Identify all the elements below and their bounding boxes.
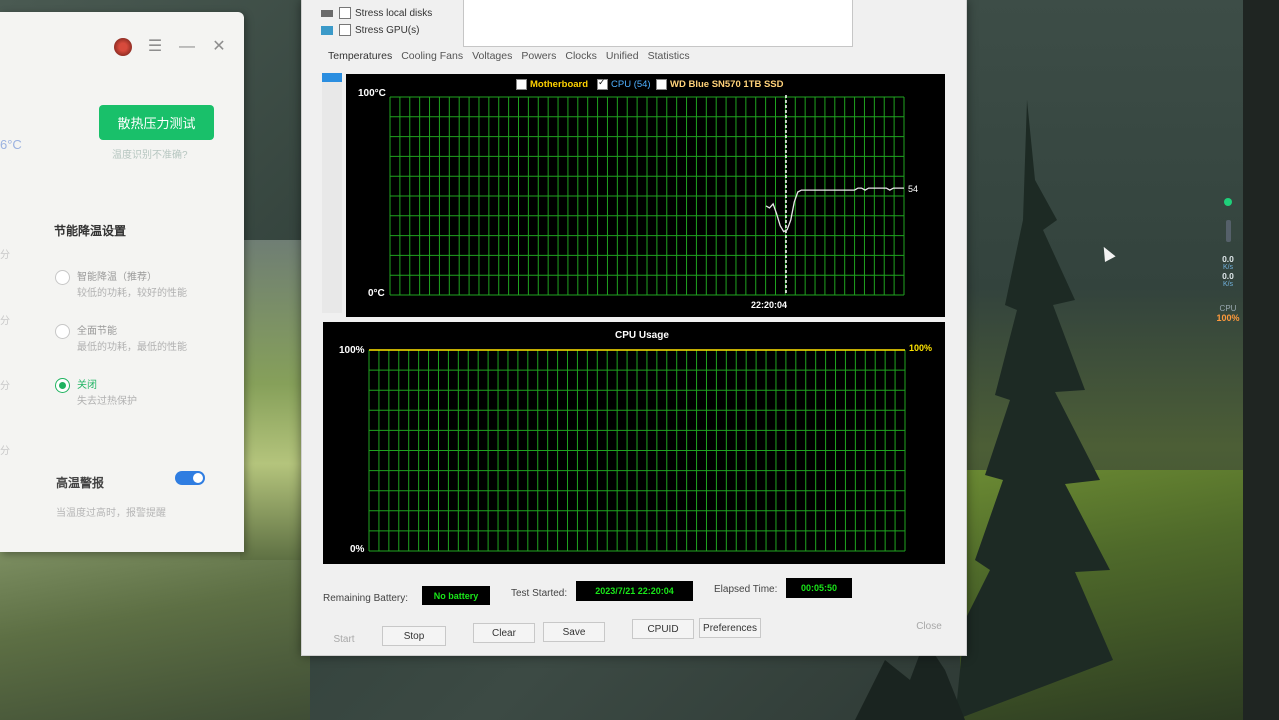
tab-statistics[interactable]: Statistics <box>648 50 690 62</box>
test-started-value: 2023/7/21 22:20:04 <box>576 581 693 601</box>
cooling-settings-title: 节能降温设置 <box>54 224 127 238</box>
window-controls: ☰ — ✕ <box>114 38 228 56</box>
cpu-usage-plot: 100% <box>368 343 932 552</box>
cpuid-button[interactable]: CPUID <box>632 619 694 639</box>
temperature-hint-link[interactable]: 温度识别不准确? <box>112 146 188 161</box>
test-log-box <box>463 0 853 47</box>
marker-time-label: 22:20:04 <box>751 300 787 310</box>
tab-temperatures[interactable]: Temperatures <box>328 50 392 62</box>
checkbox-label: Stress GPU(s) <box>355 24 420 36</box>
radio-button-selected[interactable] <box>55 378 70 393</box>
close-button[interactable]: Close <box>907 616 951 636</box>
option-subtitle: 较低的功耗，较好的性能 <box>77 288 187 299</box>
tab-cooling-fans[interactable]: Cooling Fans <box>401 50 463 62</box>
tab-clocks[interactable]: Clocks <box>565 50 597 62</box>
cpu-value: 100% <box>1216 313 1240 323</box>
stop-button[interactable]: Stop <box>382 626 446 646</box>
upload-unit: K/s <box>1222 264 1234 271</box>
avatar-icon[interactable] <box>114 38 132 56</box>
upload-speed: 0.0 <box>1222 254 1234 264</box>
clear-button[interactable]: Clear <box>473 623 535 643</box>
menu-icon[interactable]: ☰ <box>146 38 164 56</box>
usage-bar <box>1225 220 1231 242</box>
cpu-label: CPU <box>1219 304 1237 313</box>
temperature-plot: 54 22:20:04 <box>389 95 918 310</box>
tab-voltages[interactable]: Voltages <box>472 50 512 62</box>
save-button[interactable]: Save <box>543 622 605 642</box>
high-temp-alarm-title: 高温警报 <box>56 476 105 490</box>
checkbox[interactable] <box>339 24 351 36</box>
screen-edge <box>1243 0 1279 720</box>
option-title: 全面节能 <box>77 326 117 337</box>
radio-button[interactable] <box>55 270 70 285</box>
cpu-usage-value-label: 100% <box>909 343 932 353</box>
gpu-icon <box>321 25 333 35</box>
stability-test-window: Stress local disks Stress GPU(s) Tempera… <box>301 0 967 656</box>
thermal-app-window: ☰ — ✕ 6°C 散热压力测试 温度识别不准确? 节能降温设置 分 分 分 分… <box>0 12 244 552</box>
download-speed: 0.0 <box>1222 271 1234 281</box>
stress-test-button[interactable]: 散热压力测试 <box>99 105 214 140</box>
option-subtitle: 失去过热保护 <box>77 396 137 407</box>
stress-local-disks-option[interactable]: Stress local disks <box>321 7 432 19</box>
selection-marker <box>322 73 342 82</box>
stress-gpu-option[interactable]: Stress GPU(s) <box>321 24 419 36</box>
elapsed-time-label: Elapsed Time: <box>714 584 778 595</box>
score-label: 分 <box>0 250 10 261</box>
test-started-label: Test Started: <box>511 588 568 599</box>
battery-label: Remaining Battery: <box>323 593 409 604</box>
chart-tabs: Temperatures Cooling Fans Voltages Power… <box>328 50 690 62</box>
close-icon[interactable]: ✕ <box>210 38 228 56</box>
option-subtitle: 最低的功耗，最低的性能 <box>77 342 187 353</box>
cpu-usage-chart: CPU Usage 100% 0% 100% <box>323 322 945 564</box>
score-label: 分 <box>0 316 10 327</box>
score-label: 分 <box>0 446 10 457</box>
high-temp-alarm-subtitle: 当温度过高时，报警提醒 <box>56 508 166 519</box>
elapsed-time-value: 00:05:50 <box>786 578 852 598</box>
checkbox[interactable] <box>339 7 351 19</box>
score-label: 分 <box>0 381 10 392</box>
preferences-button[interactable]: Preferences <box>699 618 761 638</box>
download-unit: K/s <box>1222 281 1234 288</box>
minimize-icon[interactable]: — <box>178 38 196 56</box>
wallpaper-hill <box>0 550 310 720</box>
battery-value: No battery <box>422 586 490 605</box>
alarm-toggle[interactable] <box>175 471 205 485</box>
checkbox-label: Stress local disks <box>355 7 433 19</box>
start-button[interactable]: Start <box>324 629 364 649</box>
side-scroll-strip[interactable] <box>322 73 342 313</box>
radio-button[interactable] <box>55 324 70 339</box>
status-dot-icon <box>1224 198 1232 206</box>
network-monitor-widget: 0.0 K/s 0.0 K/s CPU 100% <box>1213 190 1243 323</box>
tab-powers[interactable]: Powers <box>521 50 556 62</box>
disk-icon <box>321 9 333 17</box>
cpu-temperature-value-label: 54 <box>908 184 918 194</box>
wallpaper-hill-strip <box>240 240 310 560</box>
option-title: 关闭 <box>77 380 97 391</box>
tab-unified[interactable]: Unified <box>606 50 639 62</box>
option-title: 智能降温（推荐） <box>77 272 157 283</box>
temperature-readout: 6°C <box>0 137 22 152</box>
temperature-chart: Motherboard CPU (54) WD Blue SN570 1TB S… <box>346 74 945 317</box>
